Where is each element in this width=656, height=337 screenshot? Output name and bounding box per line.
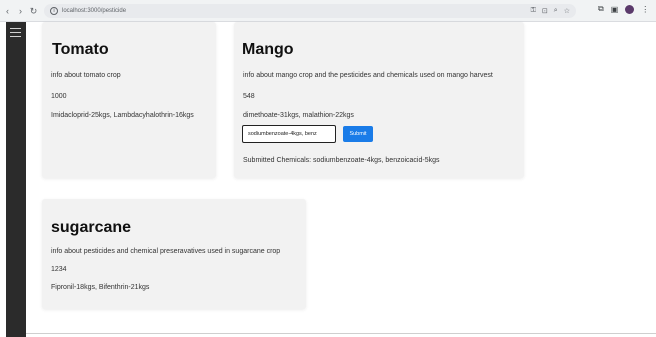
submit-button[interactable]: Submit bbox=[343, 126, 373, 142]
key-icon[interactable]: ⚿ bbox=[531, 7, 536, 15]
reload-icon[interactable]: ↻ bbox=[28, 4, 39, 18]
info-icon[interactable]: i bbox=[50, 7, 58, 15]
card-sugarcane: sugarcane info about pesticides and chem… bbox=[42, 199, 306, 309]
profile-avatar[interactable] bbox=[625, 4, 635, 14]
card-chemicals: dimethoate-31kgs, malathion-22kgs bbox=[243, 112, 354, 119]
card-mango: Mango info about mango crop and the pest… bbox=[234, 22, 524, 178]
card-description: info about pesticides and chemical prese… bbox=[51, 248, 281, 255]
chemicals-input[interactable] bbox=[242, 125, 336, 143]
forward-icon[interactable]: › bbox=[15, 4, 26, 18]
card-title: Tomato bbox=[52, 41, 109, 58]
side-panel-icon[interactable]: ▣ bbox=[611, 5, 619, 14]
card-description: info about tomato crop bbox=[51, 72, 121, 79]
divider bbox=[26, 333, 656, 334]
card-value: 548 bbox=[243, 93, 255, 100]
translate-icon[interactable]: ⊡ bbox=[542, 7, 548, 15]
card-description: info about mango crop and the pesticides… bbox=[243, 72, 493, 79]
card-title: Mango bbox=[242, 41, 294, 58]
url-text: localhost:3000/pesticide bbox=[62, 8, 127, 14]
address-bar[interactable]: i localhost:3000/pesticide ⚿ ⊡ ⌕ ☆ bbox=[44, 4, 576, 18]
browser-toolbar: ‹ › ↻ i localhost:3000/pesticide ⚿ ⊡ ⌕ ☆… bbox=[0, 0, 656, 22]
card-tomato: Tomato info about tomato crop 1000 Imida… bbox=[42, 22, 216, 178]
submitted-chemicals: Submitted Chemicals: sodiumbenzoate-4kgs… bbox=[243, 157, 440, 164]
back-icon[interactable]: ‹ bbox=[2, 4, 13, 18]
bookmark-star-icon[interactable]: ☆ bbox=[564, 7, 570, 15]
hamburger-icon[interactable] bbox=[10, 28, 21, 40]
card-title: sugarcane bbox=[51, 219, 132, 236]
omnibox-actions: ⚿ ⊡ ⌕ ☆ bbox=[531, 4, 570, 18]
card-value: 1000 bbox=[51, 93, 67, 100]
more-menu-icon[interactable]: ⋮ bbox=[641, 5, 649, 14]
card-value: 1234 bbox=[51, 266, 67, 273]
browser-tools: ⧉ ▣ ⋮ bbox=[598, 4, 649, 14]
card-chemicals: Imidacloprid-25kgs, Lambdacyhalothrin-16… bbox=[51, 112, 194, 119]
card-chemicals: Fipronil-18kgs, Bifenthrin-21kgs bbox=[51, 284, 150, 291]
sidebar bbox=[6, 22, 26, 337]
zoom-icon[interactable]: ⌕ bbox=[554, 7, 558, 15]
extensions-icon[interactable]: ⧉ bbox=[598, 4, 604, 14]
